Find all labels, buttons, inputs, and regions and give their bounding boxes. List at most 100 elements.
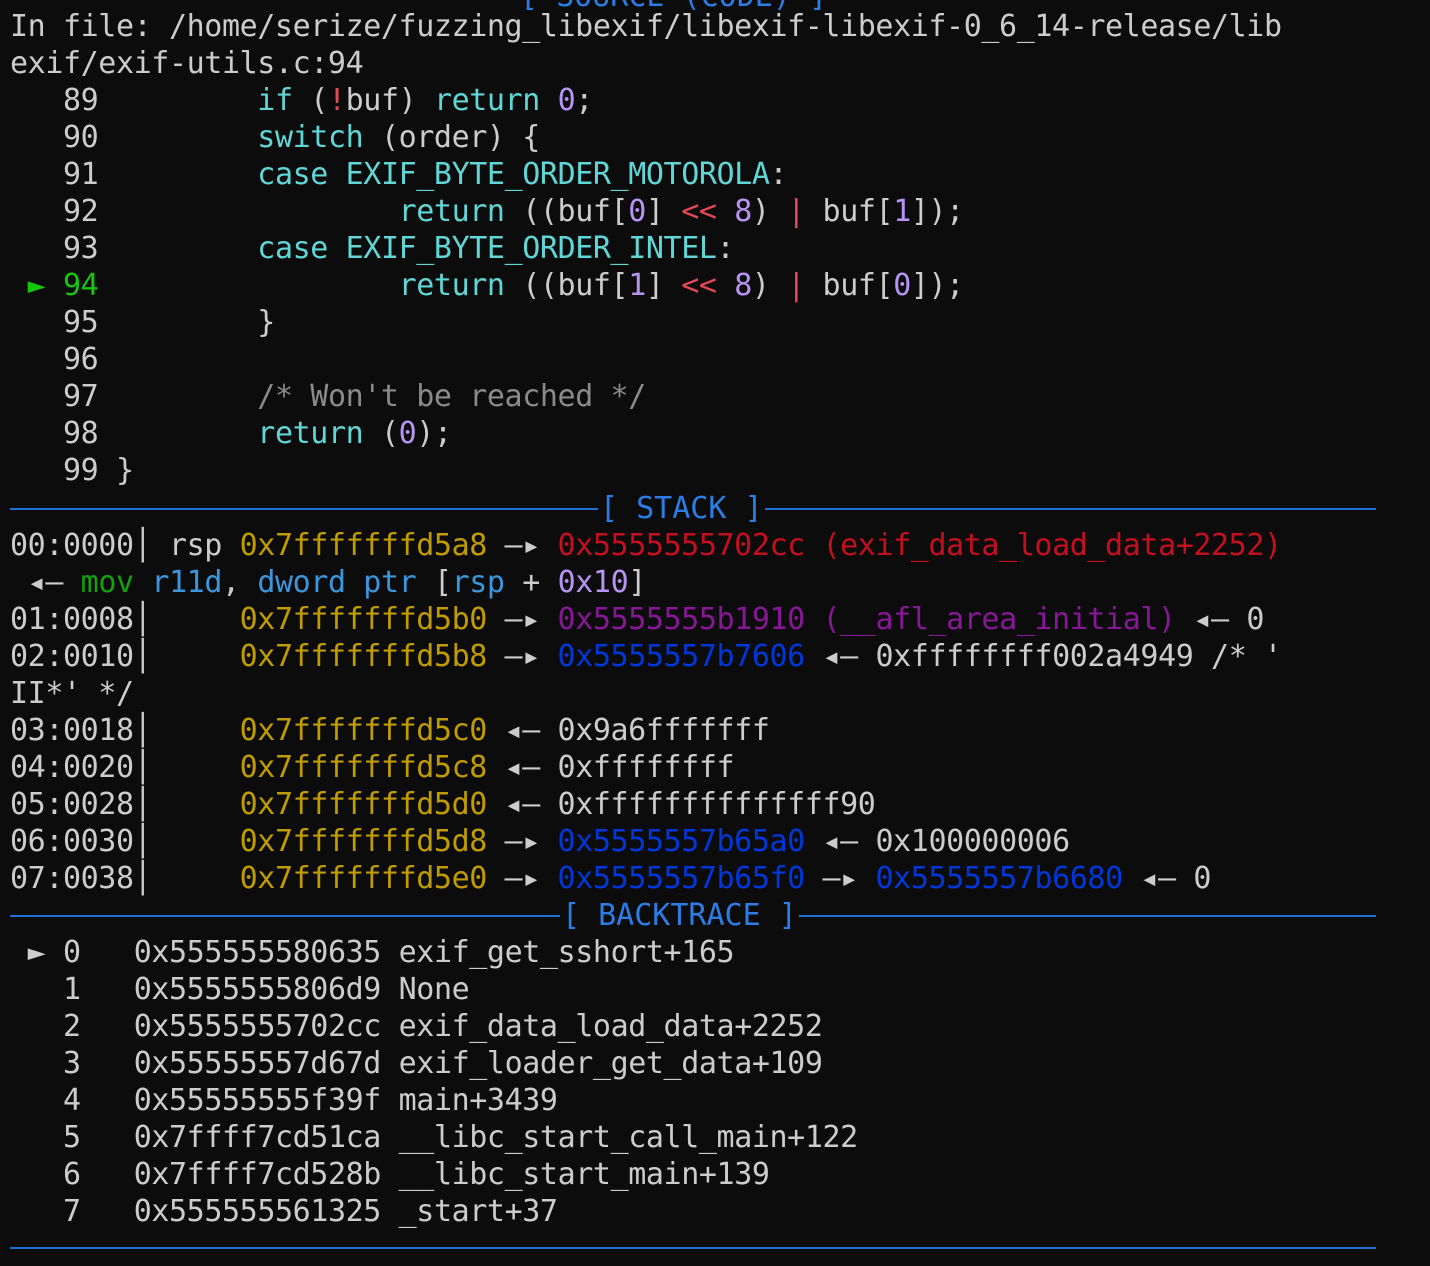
- token: );: [416, 416, 452, 451]
- token: return: [398, 268, 505, 303]
- line-gutter: [10, 83, 63, 118]
- frame-address: 0x7ffff7cd51ca: [133, 1120, 382, 1155]
- line-number: 89: [63, 83, 99, 118]
- token: 07:0038: [10, 861, 134, 896]
- backtrace-header: [ BACKTRACE ]: [560, 897, 799, 934]
- token: ◂— 0x9a6fffffff: [486, 713, 770, 748]
- frame-symbol: _start+37: [398, 1194, 558, 1229]
- token: 01:0008: [10, 602, 134, 637]
- token: 00:0000: [10, 528, 134, 563]
- backtrace-frame: 4 0x55555555f39f main+3439: [10, 1082, 558, 1119]
- token: 0x7fffffffd5d0: [239, 787, 488, 822]
- frame-address: 0x555555580635: [133, 935, 382, 970]
- token: 0x5555557b65a0: [557, 824, 806, 859]
- token: 1: [893, 194, 911, 229]
- token: switch: [257, 120, 364, 155]
- source-line: ► 94 return ((buf[1] << 8) | buf[0]);: [10, 267, 965, 304]
- line-gutter: [10, 416, 63, 451]
- source-line: 91 case EXIF_BYTE_ORDER_MOTOROLA:: [10, 156, 788, 193]
- stack-header: [ STACK ]: [598, 490, 765, 527]
- source-file-path-cont: exif/exif-utils.c:94: [10, 46, 364, 81]
- token: │: [133, 713, 240, 748]
- frame-symbol: __libc_start_main+139: [398, 1157, 770, 1192]
- frame-index: 4: [63, 1083, 81, 1118]
- token: EXIF_BYTE_ORDER_MOTOROLA: [345, 157, 770, 192]
- stack-row: 05:0028│ 0x7fffffffd5d0 ◂— 0xfffffffffff…: [10, 786, 876, 823]
- frame-address: 0x5555555702cc: [133, 1009, 382, 1044]
- token: ;: [575, 83, 593, 118]
- line-gutter: [10, 194, 63, 229]
- token: 0x5555557b7606: [557, 639, 806, 674]
- token: dword ptr: [257, 565, 417, 600]
- frame-address: 0x7ffff7cd528b: [133, 1157, 382, 1192]
- stack-row: 07:0038│ 0x7fffffffd5e0 —▸ 0x5555557b65f…: [10, 860, 1211, 897]
- token: —▸: [486, 602, 558, 637]
- frame-gutter: [28, 1009, 46, 1044]
- token: ◂— 0xffffffffffffff90: [486, 787, 876, 822]
- line-number: 90: [63, 120, 99, 155]
- separator-rule: [10, 1247, 1376, 1249]
- backtrace-frame: 3 0x55555557d67d exif_loader_get_data+10…: [10, 1045, 823, 1082]
- token: │: [133, 750, 240, 785]
- token: return: [398, 194, 505, 229]
- token: ◂— 0xffffffff: [486, 750, 735, 785]
- token: 0x7fffffffd5a8: [239, 528, 488, 563]
- backtrace-frame: 7 0x555555561325 _start+37: [10, 1193, 558, 1230]
- token: if: [257, 83, 293, 118]
- token: 0: [557, 83, 576, 118]
- line-gutter: [10, 379, 63, 414]
- token: ◂—: [10, 565, 81, 600]
- current-frame-marker: ►: [27, 935, 46, 970]
- token: 0x7fffffffd5e0: [239, 861, 488, 896]
- backtrace-frame: 1 0x5555555806d9 None: [10, 971, 470, 1008]
- token: buf[: [804, 194, 894, 229]
- token: II*' */: [10, 676, 134, 711]
- token: rsp: [451, 565, 505, 600]
- stack-row: II*' */: [10, 675, 134, 712]
- token: 0: [893, 268, 911, 303]
- token: r11d: [151, 565, 222, 600]
- backtrace-frame: 5 0x7ffff7cd51ca __libc_start_call_main+…: [10, 1119, 858, 1156]
- token: return: [433, 83, 540, 118]
- token: ◂— 0xffffffff002a4949 /* ': [804, 639, 1282, 674]
- backtrace-separator: [ BACKTRACE ]: [10, 897, 1376, 934]
- token: 05:0028: [10, 787, 134, 822]
- token: ]);: [910, 194, 964, 229]
- token: 03:0018: [10, 713, 134, 748]
- line-number: 94: [63, 268, 99, 303]
- token: rsp: [168, 528, 240, 563]
- token: 8: [734, 194, 752, 229]
- token: ]: [645, 268, 682, 303]
- token: 0x7fffffffd5b0: [239, 602, 488, 637]
- frame-address: 0x55555555f39f: [133, 1083, 382, 1118]
- line-number: 96: [63, 342, 99, 377]
- token: |: [787, 194, 805, 229]
- line-number: 95: [63, 305, 99, 340]
- frame-index: 1: [63, 972, 81, 1007]
- frame-address: 0x55555557d67d: [133, 1046, 382, 1081]
- token: case: [257, 231, 328, 266]
- frame-gutter: [28, 1120, 46, 1155]
- line-number: 98: [63, 416, 99, 451]
- frame-symbol: None: [398, 972, 470, 1007]
- source-file-path: In file: /home/serize/fuzzing_libexif/li…: [10, 9, 1282, 44]
- line-number: 91: [63, 157, 99, 192]
- token: 0x7fffffffd5c8: [239, 750, 488, 785]
- stack-row: 01:0008│ 0x7fffffffd5b0 —▸ 0x5555555b191…: [10, 601, 1264, 638]
- frame-gutter: [28, 972, 46, 1007]
- token: mov: [80, 565, 134, 600]
- frame-symbol: exif_get_sshort+165: [398, 935, 735, 970]
- token: (order) {: [363, 120, 540, 155]
- token: 0x7fffffffd5b8: [239, 639, 488, 674]
- line-number: 92: [63, 194, 99, 229]
- token: 04:0020: [10, 750, 134, 785]
- token: 0: [628, 194, 646, 229]
- stack-separator: [ STACK ]: [10, 490, 1376, 527]
- token: ◂— 0x100000006: [804, 824, 1070, 859]
- token: │: [133, 528, 169, 563]
- token: │: [133, 602, 240, 637]
